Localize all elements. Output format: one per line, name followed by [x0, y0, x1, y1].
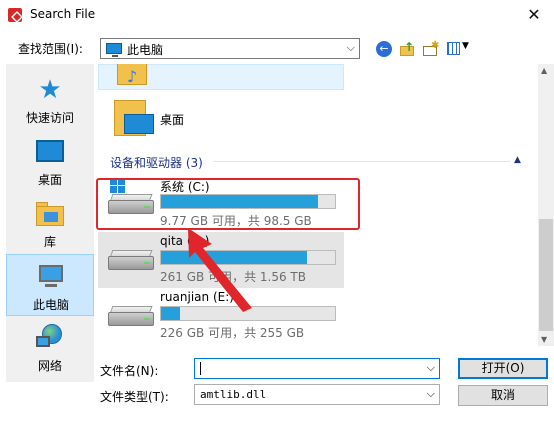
window-title: Search File: [30, 7, 96, 21]
music-note-icon: ♪: [127, 67, 138, 86]
drive-icon: [108, 304, 154, 326]
group-divider: [214, 161, 510, 162]
place-this-pc[interactable]: 此电脑: [6, 254, 94, 316]
look-in-dropdown[interactable]: 此电脑 ⌵: [100, 38, 360, 59]
place-library[interactable]: 库: [6, 192, 94, 254]
computer-icon: [106, 43, 122, 57]
drive-space-info: 226 GB 可用，共 255 GB: [160, 326, 305, 340]
look-in-value: 此电脑: [127, 43, 164, 57]
this-pc-icon: [37, 263, 65, 291]
drive-usage-bar: [160, 306, 336, 321]
chevron-down-icon: ⌵: [346, 41, 355, 54]
vertical-scrollbar[interactable]: ▲ ▼: [538, 64, 554, 346]
look-in-label: 查找范围(I):: [18, 42, 83, 56]
list-item-desktop[interactable]: 桌面: [98, 94, 344, 144]
back-icon[interactable]: ←: [376, 41, 392, 57]
scroll-down-icon[interactable]: ▼: [541, 335, 547, 344]
filetype-dropdown[interactable]: amtlib.dll ⌵: [194, 384, 440, 405]
scrollbar-thumb[interactable]: [539, 219, 553, 331]
place-label: 快速访问: [25, 111, 74, 125]
place-quick-access[interactable]: ★ 快速访问: [6, 68, 94, 130]
drive-name: ruanjian (E:): [160, 290, 234, 304]
place-network[interactable]: 网络: [6, 316, 94, 378]
drive-space-info: 261 GB 可用，共 1.56 TB: [160, 270, 306, 284]
filename-input[interactable]: ⌵: [194, 358, 440, 379]
drive-item-e[interactable]: ruanjian (E:) 226 GB 可用，共 255 GB: [98, 288, 344, 344]
app-icon: [8, 8, 22, 22]
chevron-down-icon[interactable]: ⌵: [427, 361, 435, 375]
close-button[interactable]: ✕: [514, 0, 554, 30]
title-bar: Search File ✕: [0, 0, 554, 30]
group-header: 设备和驱动器 (3): [110, 156, 203, 170]
drive-item-d[interactable]: qita (D:) 261 GB 可用，共 1.56 TB: [98, 232, 344, 288]
open-button[interactable]: 打开(O): [458, 358, 548, 379]
scroll-up-icon[interactable]: ▲: [541, 66, 547, 75]
cancel-button[interactable]: 取消: [458, 385, 548, 406]
place-label: 网络: [37, 359, 62, 373]
drive-icon: [108, 248, 154, 270]
place-desktop[interactable]: 桌面: [6, 130, 94, 192]
library-icon: [36, 200, 64, 228]
places-bar: ★ 快速访问 桌面 库 此电脑 网络: [6, 64, 94, 382]
list-item-music[interactable]: ♪: [98, 64, 344, 90]
filetype-value: amtlib.dll: [200, 388, 267, 401]
list-item-label: 桌面: [160, 113, 185, 127]
desktop-icon: [36, 140, 64, 162]
desktop-icon: [124, 114, 154, 134]
up-folder-icon[interactable]: ↑: [398, 40, 418, 58]
drive-usage-bar: [160, 250, 336, 265]
new-folder-icon[interactable]: ✱: [421, 40, 441, 58]
filename-label: 文件名(N):: [100, 364, 159, 378]
network-icon: [36, 324, 64, 352]
drive-name: qita (D:): [160, 234, 210, 248]
chevron-down-icon: ⌵: [426, 387, 435, 400]
filetype-label: 文件类型(T):: [100, 390, 169, 404]
place-label: 此电脑: [32, 298, 69, 312]
text-caret: [200, 362, 201, 375]
place-label: 桌面: [37, 173, 62, 187]
place-label: 库: [43, 235, 56, 249]
annotation-highlight-box: [96, 178, 360, 230]
collapse-icon[interactable]: ▲: [514, 155, 521, 165]
view-menu-icon[interactable]: ▼: [446, 40, 472, 58]
star-icon: ★: [38, 75, 62, 105]
